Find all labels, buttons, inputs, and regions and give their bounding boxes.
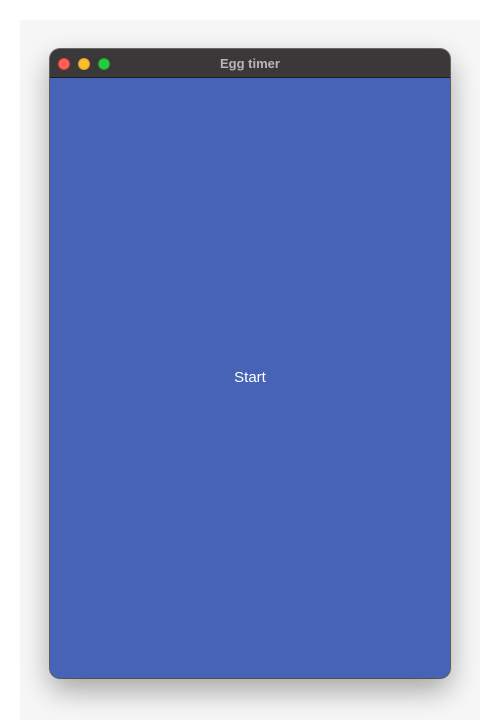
window-title: Egg timer: [220, 56, 280, 71]
start-button[interactable]: Start: [200, 361, 300, 395]
app-window: Egg timer Start: [50, 49, 450, 678]
timer-panel: Start: [50, 78, 450, 678]
title-bar[interactable]: Egg timer: [50, 49, 450, 78]
